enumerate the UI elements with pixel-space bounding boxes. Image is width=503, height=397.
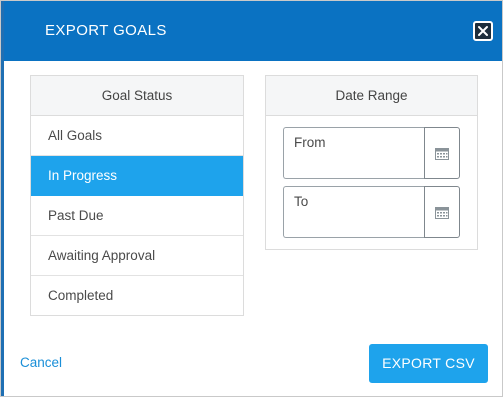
close-button[interactable]	[473, 21, 493, 41]
from-placeholder: From	[294, 135, 326, 150]
status-item-past-due[interactable]: Past Due	[31, 196, 243, 236]
to-date-field: To	[283, 186, 460, 238]
export-goals-dialog: EXPORT GOALS Goal Status All Goals In Pr…	[0, 0, 503, 397]
from-date-field: From	[283, 127, 460, 179]
from-date-input[interactable]: From	[283, 127, 425, 179]
date-range-panel: Date Range From To	[265, 75, 478, 250]
calendar-icon	[435, 148, 449, 160]
date-range-heading: Date Range	[266, 76, 477, 116]
status-item-all-goals[interactable]: All Goals	[31, 116, 243, 156]
status-item-completed[interactable]: Completed	[31, 276, 243, 316]
calendar-icon	[435, 207, 449, 219]
export-csv-button[interactable]: EXPORT CSV	[369, 344, 488, 383]
dialog-header: EXPORT GOALS	[4, 1, 502, 61]
dialog-title: EXPORT GOALS	[45, 22, 167, 39]
close-icon	[478, 26, 488, 36]
to-placeholder: To	[294, 194, 309, 209]
to-calendar-button[interactable]	[424, 186, 460, 238]
goal-status-panel: Goal Status All Goals In Progress Past D…	[30, 75, 244, 316]
status-item-awaiting-approval[interactable]: Awaiting Approval	[31, 236, 243, 276]
from-calendar-button[interactable]	[424, 127, 460, 179]
status-item-in-progress[interactable]: In Progress	[31, 156, 243, 196]
cancel-link[interactable]: Cancel	[20, 355, 62, 370]
goal-status-heading: Goal Status	[31, 76, 243, 116]
to-date-input[interactable]: To	[283, 186, 425, 238]
